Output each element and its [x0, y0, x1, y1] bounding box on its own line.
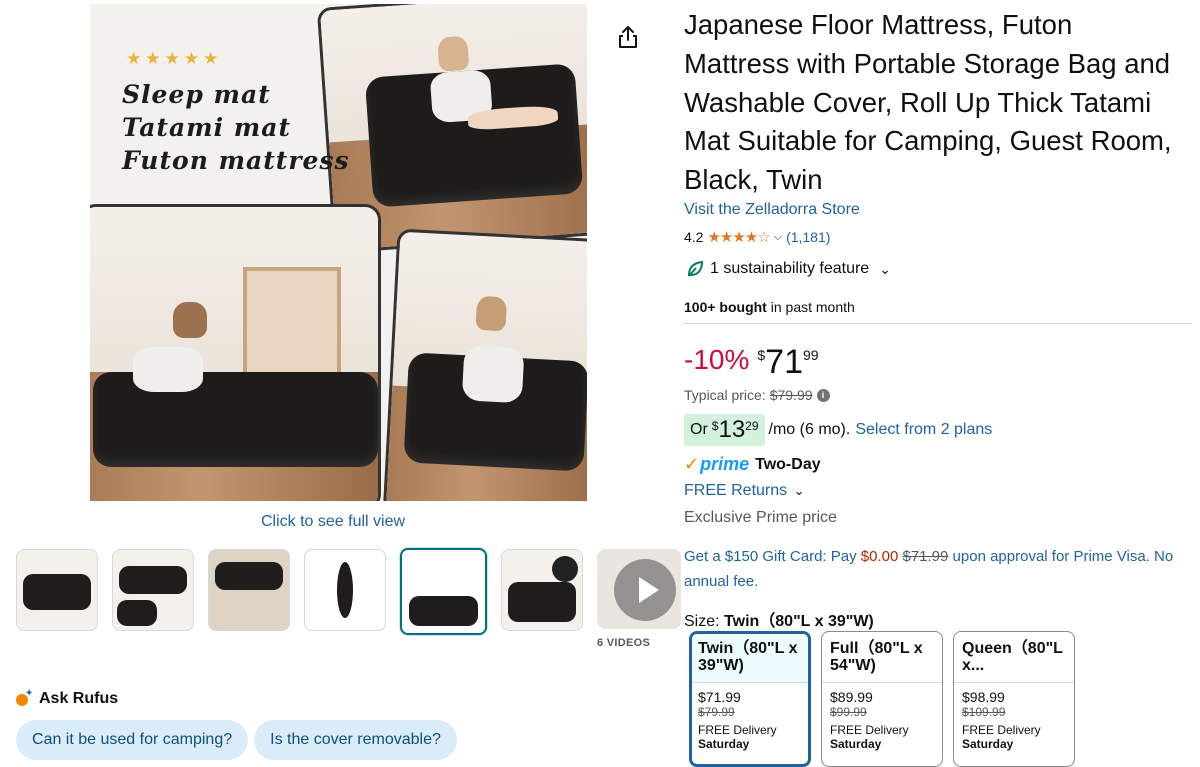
thumbnail-5-selected[interactable] — [400, 548, 487, 635]
size-option-day: Saturday — [698, 737, 750, 751]
thumbnail-strip — [16, 548, 681, 635]
price-whole: 71 — [765, 343, 803, 381]
two-day-label: Two-Day — [755, 455, 821, 473]
gift-card-text: Get a $150 Gift Card: Pay — [684, 548, 857, 565]
size-option-day: Saturday — [962, 737, 1014, 751]
thumbnail-1[interactable] — [16, 549, 98, 631]
monthly-whole: 13 — [718, 416, 746, 443]
typical-price-label: Typical price: — [684, 387, 766, 403]
leaf-icon — [687, 260, 704, 277]
size-option-price: $71.99 — [698, 689, 741, 705]
share-icon[interactable] — [617, 25, 639, 49]
rating-count-link[interactable]: (1,181) — [786, 229, 830, 245]
bought-past-month: 100+ bought in past month — [684, 299, 855, 315]
exclusive-prime-price: Exclusive Prime price — [684, 509, 837, 526]
typical-price-value: $79.99 — [769, 387, 813, 403]
ask-rufus-title: Ask Rufus — [39, 690, 119, 707]
size-option-delivery: FREE Delivery — [962, 723, 1041, 737]
thumbnail-6[interactable] — [501, 549, 583, 631]
store-link[interactable]: Visit the Zelladorra Store — [684, 201, 860, 219]
chevron-down-icon: ⌄ — [793, 483, 805, 498]
rating-value: 4.2 — [684, 229, 704, 245]
chevron-down-icon[interactable]: ⌄ — [879, 261, 891, 278]
size-option-price: $98.99 — [962, 689, 1005, 705]
gift-card-pay: $0.00 — [860, 548, 899, 565]
select-plans-link[interactable]: Select from 2 plans — [855, 421, 992, 439]
gift-card-old-price: $71.99 — [902, 548, 949, 565]
typical-price: Typical price: $79.99 i — [684, 387, 830, 403]
size-option-delivery: FREE Delivery — [830, 723, 909, 737]
size-options: Twin（80"L x 39"W) $71.99 $79.99 FREE Del… — [689, 631, 1075, 767]
thumbnail-3[interactable] — [208, 549, 290, 631]
play-icon[interactable] — [614, 559, 676, 621]
size-option-old-price: $99.99 — [830, 705, 867, 719]
monthly-fraction: 29 — [745, 419, 759, 433]
monthly-currency: $ — [711, 419, 719, 433]
size-option-old-price: $109.99 — [962, 705, 1006, 719]
size-option-delivery: FREE Delivery — [698, 723, 777, 737]
size-option-name: Full（80"L x 54"W) — [822, 632, 942, 683]
videos-count-label: 6 VIDEOS — [597, 637, 651, 649]
bought-count: 100+ bought — [684, 299, 767, 315]
price-currency: $ — [757, 347, 766, 363]
promo-line: Futon mattress — [122, 146, 350, 175]
price-fraction: 99 — [803, 347, 819, 363]
promo-text: Sleep mat Tatami mat Futon mattress — [122, 78, 350, 177]
sustainability-row[interactable]: 1 sustainability feature ⌄ — [686, 260, 891, 278]
thumbnail-4[interactable] — [304, 549, 386, 631]
rufus-question-chips: Can it be used for camping? Is the cover… — [16, 720, 457, 760]
rufus-chip-cover[interactable]: Is the cover removable? — [254, 720, 457, 760]
size-option-name: Twin（80"L x 39"W) — [692, 634, 808, 683]
rufus-chip-camping[interactable]: Can it be used for camping? — [16, 720, 249, 760]
monthly-or: Or — [690, 421, 708, 438]
size-label-text: Size: — [684, 613, 720, 630]
rufus-icon: ✦ — [16, 688, 33, 706]
star-rating-icon[interactable]: ★★★★☆ — [707, 228, 770, 246]
main-product-image[interactable]: ★★★★★ Sleep mat Tatami mat Futon mattres… — [90, 4, 587, 501]
size-option-price: $89.99 — [830, 689, 873, 705]
click-to-see-full-view-link[interactable]: Click to see full view — [261, 513, 405, 531]
size-option-day: Saturday — [830, 737, 882, 751]
monthly-highlight: Or $ 13 29 — [684, 414, 765, 446]
image-panel-right — [382, 228, 587, 501]
star-decoration-icon: ★★★★★ — [126, 49, 223, 68]
monthly-suffix: /mo (6 mo). — [768, 421, 851, 438]
size-option-twin[interactable]: Twin（80"L x 39"W) $71.99 $79.99 FREE Del… — [689, 631, 811, 767]
ask-rufus-header: ✦ Ask Rufus — [16, 688, 119, 708]
discount-percent: -10% — [684, 344, 750, 375]
size-option-queen[interactable]: Queen（80"L x... $98.99 $109.99 FREE Deli… — [953, 631, 1075, 767]
divider — [684, 323, 1192, 324]
prime-delivery: ✓ prime Two-Day — [684, 454, 821, 475]
prime-check-icon: ✓ — [684, 454, 700, 474]
bought-rest: in past month — [770, 299, 855, 315]
thumbnail-2[interactable] — [112, 549, 194, 631]
size-option-full[interactable]: Full（80"L x 54"W) $89.99 $99.99 FREE Del… — [821, 631, 943, 767]
product-title: Japanese Floor Mattress, Futon Mattress … — [684, 9, 1172, 196]
promo-line: Sleep mat — [122, 80, 271, 109]
monthly-payment: Or $ 13 29 /mo (6 mo). Select from 2 pla… — [684, 414, 992, 446]
selected-size: Twin（80"L x 39"W) — [724, 613, 874, 630]
free-returns-text: FREE Returns — [684, 482, 788, 499]
promo-line: Tatami mat — [122, 113, 292, 142]
size-option-old-price: $79.99 — [698, 705, 735, 719]
prime-logo: prime — [700, 454, 750, 474]
size-label: Size: Twin（80"L x 39"W) — [684, 607, 874, 631]
video-thumbnail[interactable] — [597, 549, 681, 629]
price-row: -10% $ 71 99 — [684, 339, 819, 385]
info-icon[interactable]: i — [816, 388, 830, 402]
chevron-down-icon[interactable]: ⌵ — [774, 231, 782, 244]
image-panel-left — [90, 204, 381, 501]
free-returns-link[interactable]: FREE Returns ⌄ — [684, 482, 805, 500]
rating-row: 4.2 ★★★★☆ ⌵ (1,181) — [684, 228, 830, 246]
size-option-name: Queen（80"L x... — [954, 632, 1074, 683]
sustainability-text: 1 sustainability feature — [710, 260, 870, 277]
gift-card-offer[interactable]: Get a $150 Gift Card: Pay $0.00 $71.99 u… — [684, 544, 1192, 594]
